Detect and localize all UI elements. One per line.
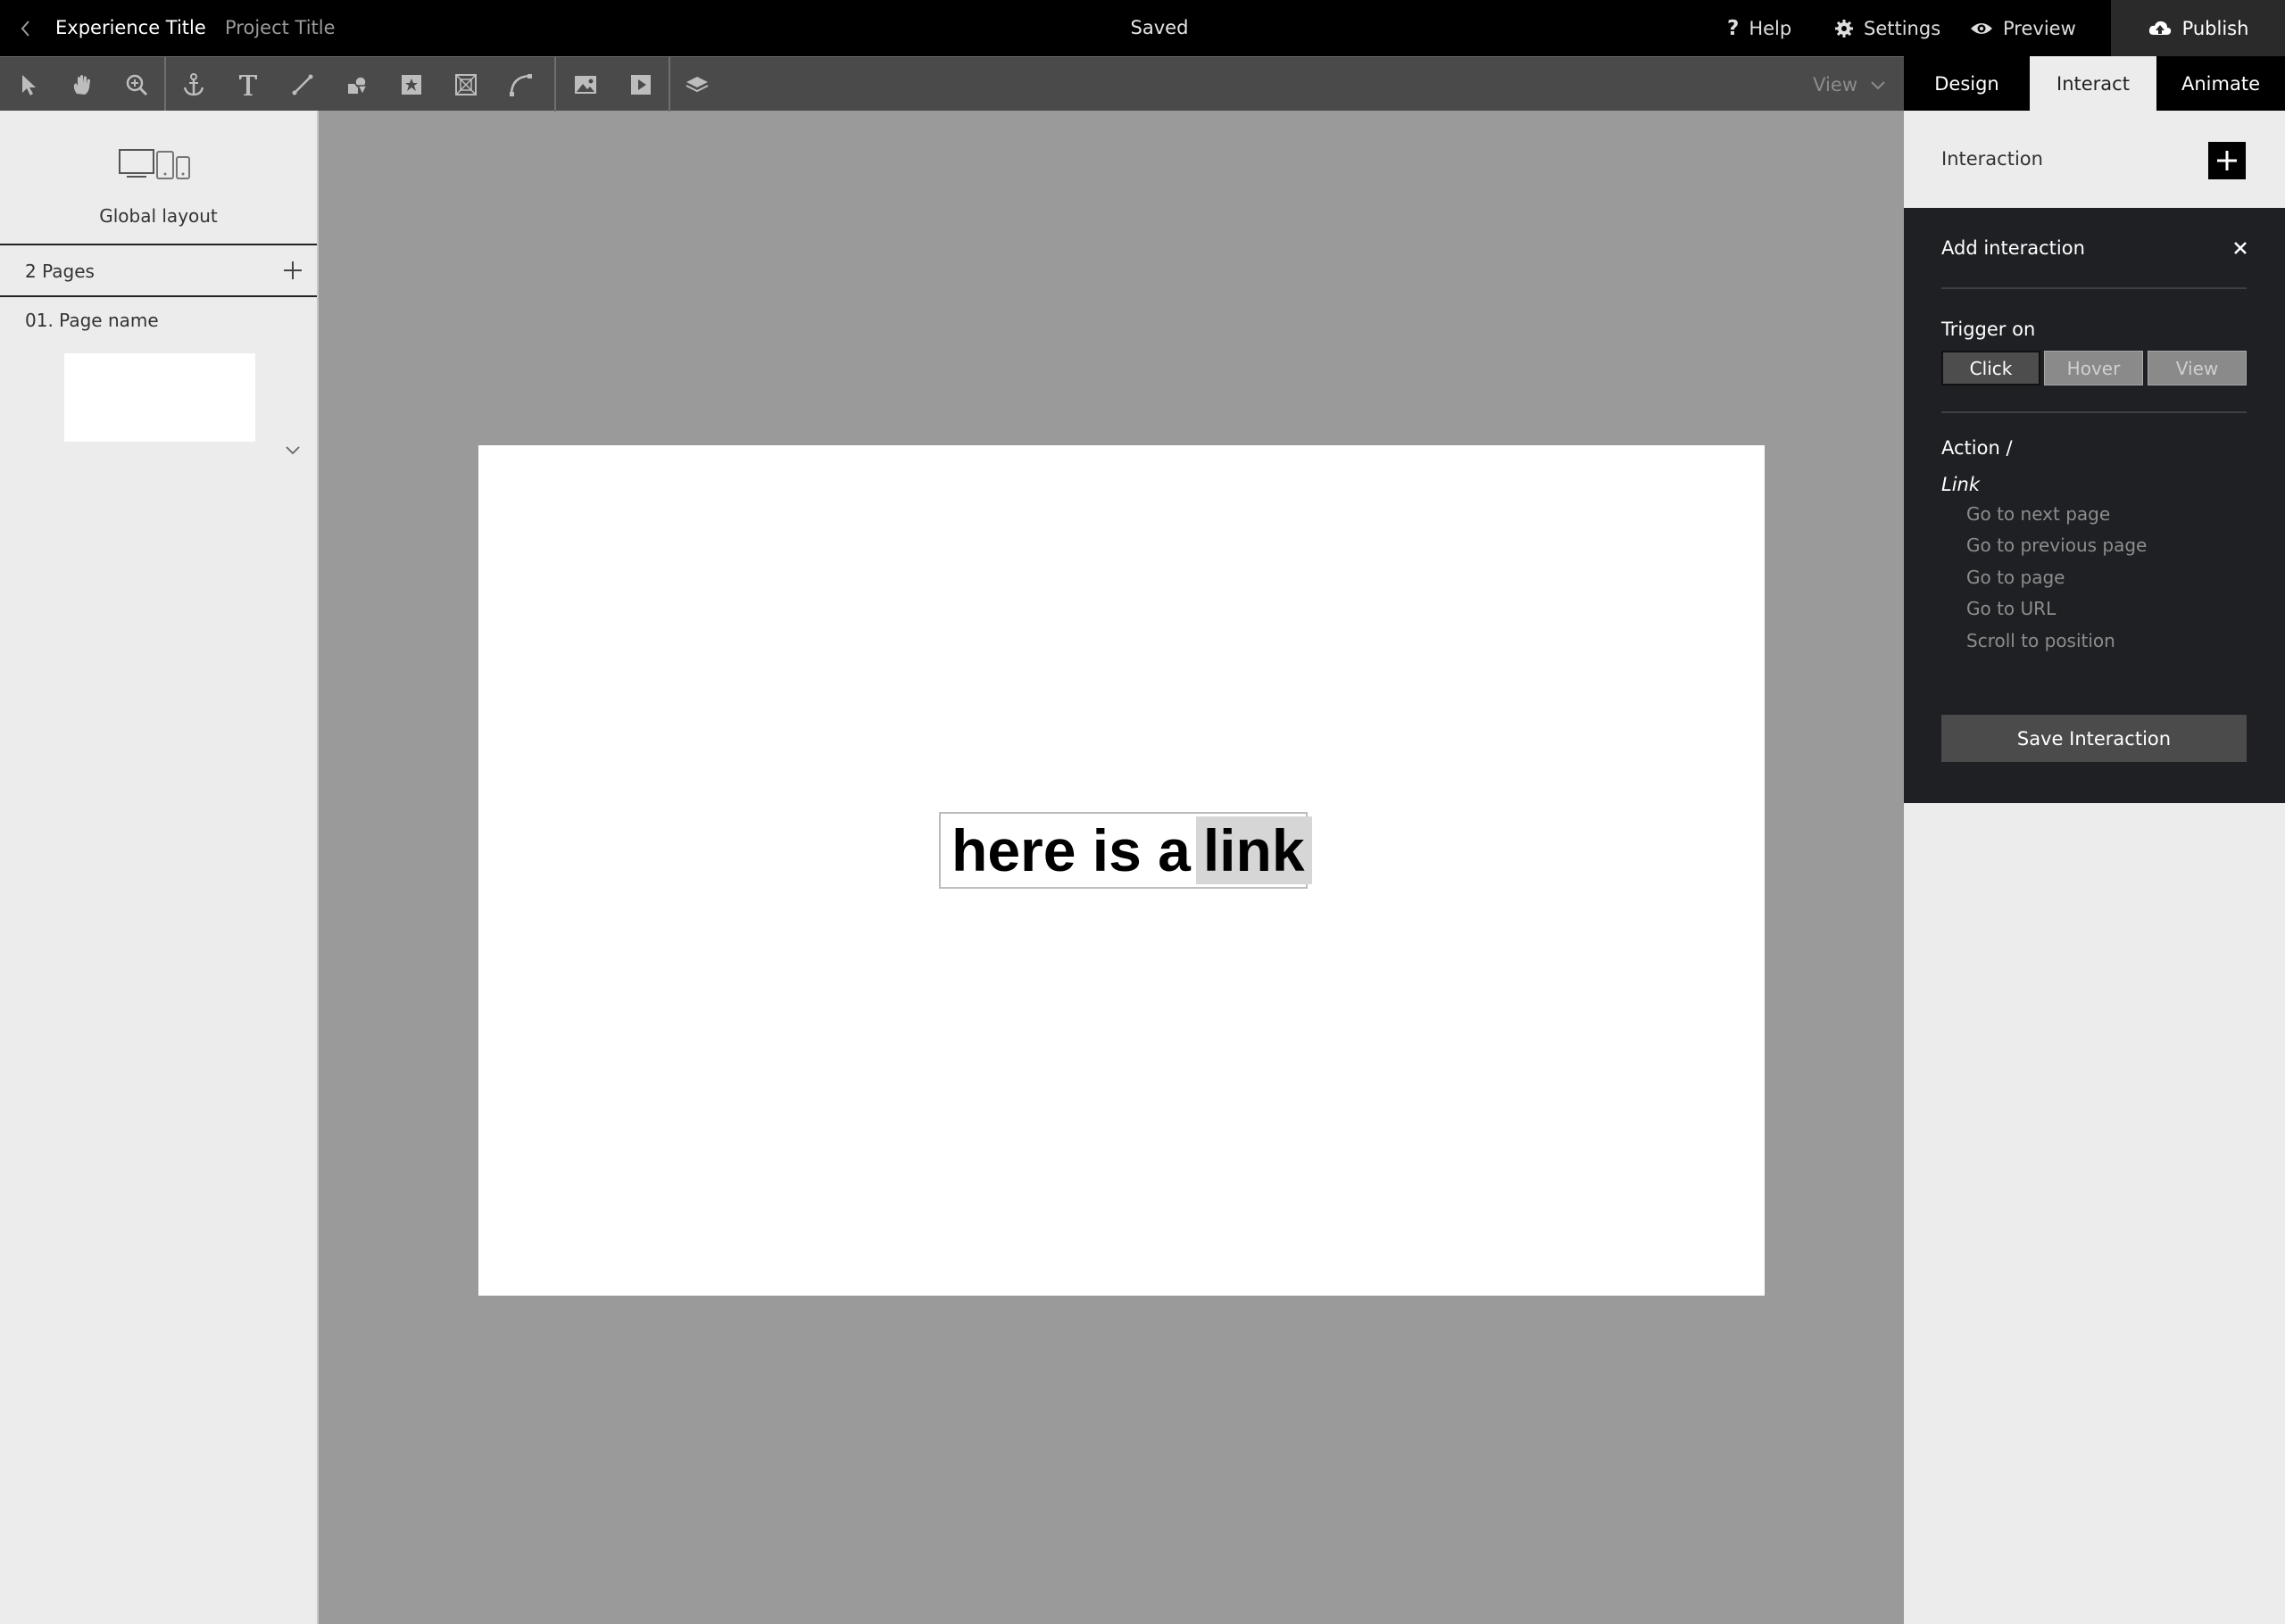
tab-animate[interactable]: Animate xyxy=(2156,56,2285,111)
action-breadcrumb: Action / xyxy=(1941,437,2013,459)
tool-bar: View xyxy=(0,56,1904,112)
hand-icon[interactable] xyxy=(54,57,109,112)
link-group-label: Link xyxy=(1941,474,1981,495)
image-icon[interactable] xyxy=(558,57,612,112)
interaction-title: Interaction xyxy=(1941,148,2043,170)
chevron-down-icon[interactable] xyxy=(284,444,302,457)
global-layout-label[interactable]: Global layout xyxy=(0,205,317,227)
save-status: Saved xyxy=(1130,17,1189,38)
shapes-icon[interactable] xyxy=(329,57,384,112)
action-option[interactable]: Go to URL xyxy=(1966,598,2056,619)
plus-icon xyxy=(2217,151,2237,170)
page-thumbnail[interactable] xyxy=(64,353,255,442)
add-interaction-popover: Add interaction Trigger on Click Hover V… xyxy=(1904,208,2285,803)
toolbar-divider xyxy=(554,57,556,112)
link-text-selection[interactable]: link xyxy=(1195,816,1312,884)
text-element[interactable]: here is a link xyxy=(939,812,1312,889)
star-box-icon[interactable] xyxy=(384,57,438,112)
eye-icon xyxy=(1971,22,1992,34)
pages-sidebar: Global layout 2 Pages 01. Page name xyxy=(0,111,319,1624)
chevron-down-icon xyxy=(1871,80,1885,89)
add-interaction-button[interactable] xyxy=(2208,142,2246,179)
anchor-icon[interactable] xyxy=(166,57,220,112)
preview-label: Preview xyxy=(2003,17,2076,39)
line-icon[interactable] xyxy=(275,57,329,112)
tab-design[interactable]: Design xyxy=(1904,56,2030,111)
pages-header: 2 Pages xyxy=(0,244,317,297)
action-option[interactable]: Scroll to position xyxy=(1966,630,2115,651)
tab-interact[interactable]: Interact xyxy=(2030,56,2156,111)
curve-icon[interactable] xyxy=(493,57,547,112)
interaction-header: Interaction xyxy=(1904,111,2285,208)
view-dropdown[interactable]: View xyxy=(1813,57,1886,112)
publish-label: Publish xyxy=(2181,17,2249,39)
interact-panel: Interaction Add interaction Trigger on C… xyxy=(1904,111,2285,1624)
trigger-click-button[interactable]: Click xyxy=(1941,351,2040,385)
divider xyxy=(1941,411,2247,413)
view-dropdown-label: View xyxy=(1813,73,1857,95)
preview-button[interactable]: Preview xyxy=(1970,0,2076,56)
pointer-icon[interactable] xyxy=(0,57,54,112)
layers-icon[interactable] xyxy=(669,57,724,112)
help-button[interactable]: ? Help xyxy=(1727,0,1791,56)
action-option[interactable]: Go to previous page xyxy=(1966,534,2147,556)
back-arrow-icon[interactable] xyxy=(16,16,36,41)
save-interaction-button[interactable]: Save Interaction xyxy=(1941,715,2247,762)
close-icon[interactable] xyxy=(2232,240,2248,256)
add-page-icon[interactable] xyxy=(282,260,303,281)
trigger-label: Trigger on xyxy=(1941,319,2036,340)
cloud-upload-icon xyxy=(2148,21,2171,35)
text-content: here is a xyxy=(951,817,1191,883)
trigger-hover-button[interactable]: Hover xyxy=(2044,351,2143,385)
experience-title[interactable]: Experience Title xyxy=(55,17,206,38)
top-bar: Experience Title Project Title Saved ? H… xyxy=(0,0,2285,56)
action-option[interactable]: Go to next page xyxy=(1966,503,2110,525)
settings-button[interactable]: Settings xyxy=(1834,0,1940,56)
video-icon[interactable] xyxy=(613,57,668,112)
add-interaction-title: Add interaction xyxy=(1941,237,2085,259)
artboard[interactable]: here is a link xyxy=(478,445,1765,1296)
project-title[interactable]: Project Title xyxy=(225,17,336,38)
zoom-icon[interactable] xyxy=(109,57,163,112)
panel-tabs: Design Interact Animate xyxy=(1904,56,2285,111)
pages-count: 2 Pages xyxy=(25,261,95,282)
page-list-item[interactable]: 01. Page name xyxy=(25,310,159,331)
question-icon: ? xyxy=(1727,16,1740,40)
publish-button[interactable]: Publish xyxy=(2111,0,2285,56)
frame-icon[interactable] xyxy=(438,57,493,112)
gear-icon xyxy=(1835,19,1853,37)
divider xyxy=(1941,287,2247,289)
devices-icon[interactable] xyxy=(118,146,193,182)
trigger-view-button[interactable]: View xyxy=(2148,351,2247,385)
text-icon[interactable] xyxy=(220,57,275,112)
settings-label: Settings xyxy=(1864,17,1941,39)
help-label: Help xyxy=(1749,17,1792,39)
action-option[interactable]: Go to page xyxy=(1966,567,2065,588)
